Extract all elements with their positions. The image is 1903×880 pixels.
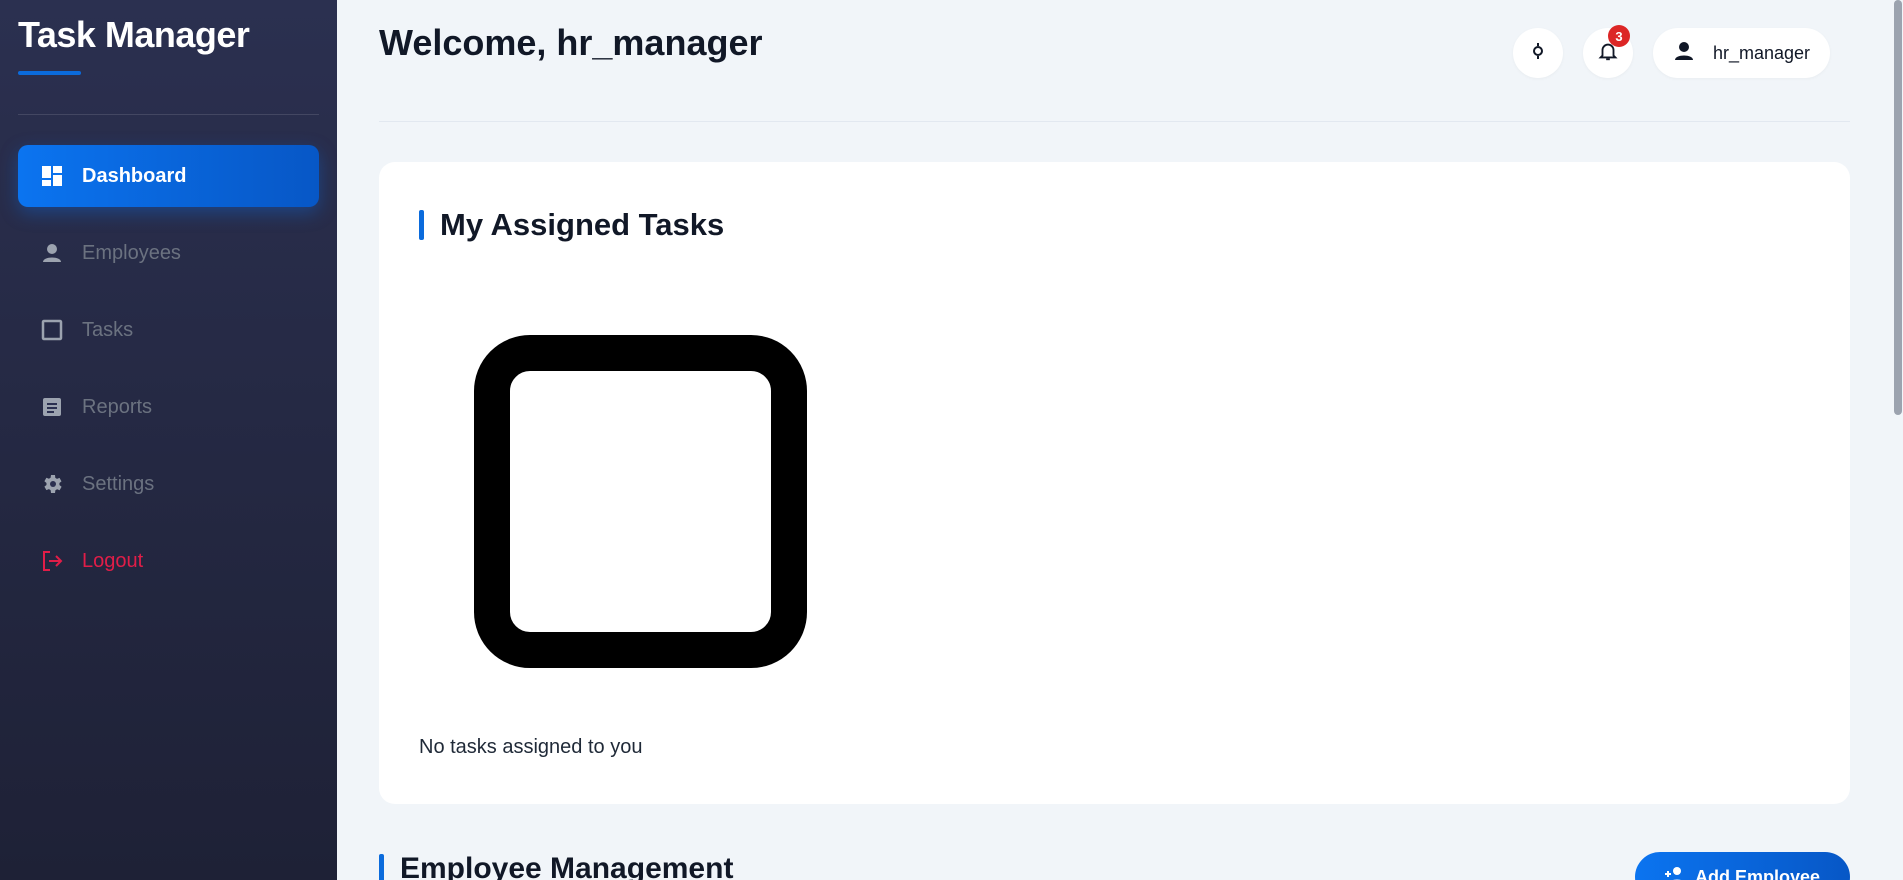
theme-toggle-icon [1530,42,1546,64]
sidebar-nav: Dashboard Employees Tasks Reports Settin… [18,145,319,592]
empty-tasks-icon [474,335,807,668]
sidebar-item-employees[interactable]: Employees [18,222,319,284]
sidebar-item-label: Tasks [82,318,134,341]
employee-management-heading: Employee Management [400,852,734,880]
add-employee-label: Add Employee [1694,866,1820,880]
sidebar-item-logout[interactable]: Logout [18,530,319,592]
notification-badge: 3 [1607,25,1630,47]
page-header: Welcome, hr_manager 3 hr_manager [379,0,1850,122]
employee-management-section: Employee Management Add Employee [379,852,1850,880]
report-icon [40,395,64,419]
assigned-tasks-heading: My Assigned Tasks [440,207,725,242]
sidebar: Task Manager Dashboard Employees Tasks R… [0,0,337,880]
sidebar-item-dashboard[interactable]: Dashboard [18,145,319,207]
checkbox-icon [40,318,64,342]
scrollbar-thumb[interactable] [1894,0,1902,415]
brand-underline [18,71,81,75]
header-actions: 3 hr_manager [1512,25,1830,78]
page-title: Welcome, hr_manager [379,22,763,63]
sidebar-item-settings[interactable]: Settings [18,453,319,515]
app-title: Task Manager [18,14,250,55]
assigned-tasks-card: My Assigned Tasks No tasks assigned to y… [379,162,1850,804]
sidebar-item-label: Employees [82,241,181,264]
sidebar-item-label: Reports [82,395,153,418]
sidebar-item-label: Dashboard [82,164,187,187]
person-icon [40,241,64,265]
sidebar-item-label: Logout [82,549,144,572]
notifications-button[interactable]: 3 [1582,25,1633,78]
empty-tasks-message: No tasks assigned to you [419,736,643,758]
add-employee-button[interactable]: Add Employee [1634,852,1850,880]
add-user-icon [1664,865,1685,880]
sidebar-item-reports[interactable]: Reports [18,376,319,438]
employee-management-title: Employee Management [379,852,733,880]
title-accent-bar [379,854,384,880]
sidebar-item-tasks[interactable]: Tasks [18,299,319,361]
user-menu-button[interactable]: hr_manager [1652,28,1830,78]
logout-icon [40,549,64,573]
gear-icon [40,472,64,496]
page-scrollbar[interactable] [1893,0,1903,880]
dashboard-icon [40,164,64,188]
user-icon [1673,40,1695,67]
sidebar-divider [18,114,319,115]
username: hr_manager [1712,42,1810,63]
assigned-tasks-title: My Assigned Tasks [419,207,724,243]
sidebar-item-label: Settings [82,472,155,495]
title-accent-bar [419,210,424,240]
theme-toggle-button[interactable] [1512,28,1563,78]
